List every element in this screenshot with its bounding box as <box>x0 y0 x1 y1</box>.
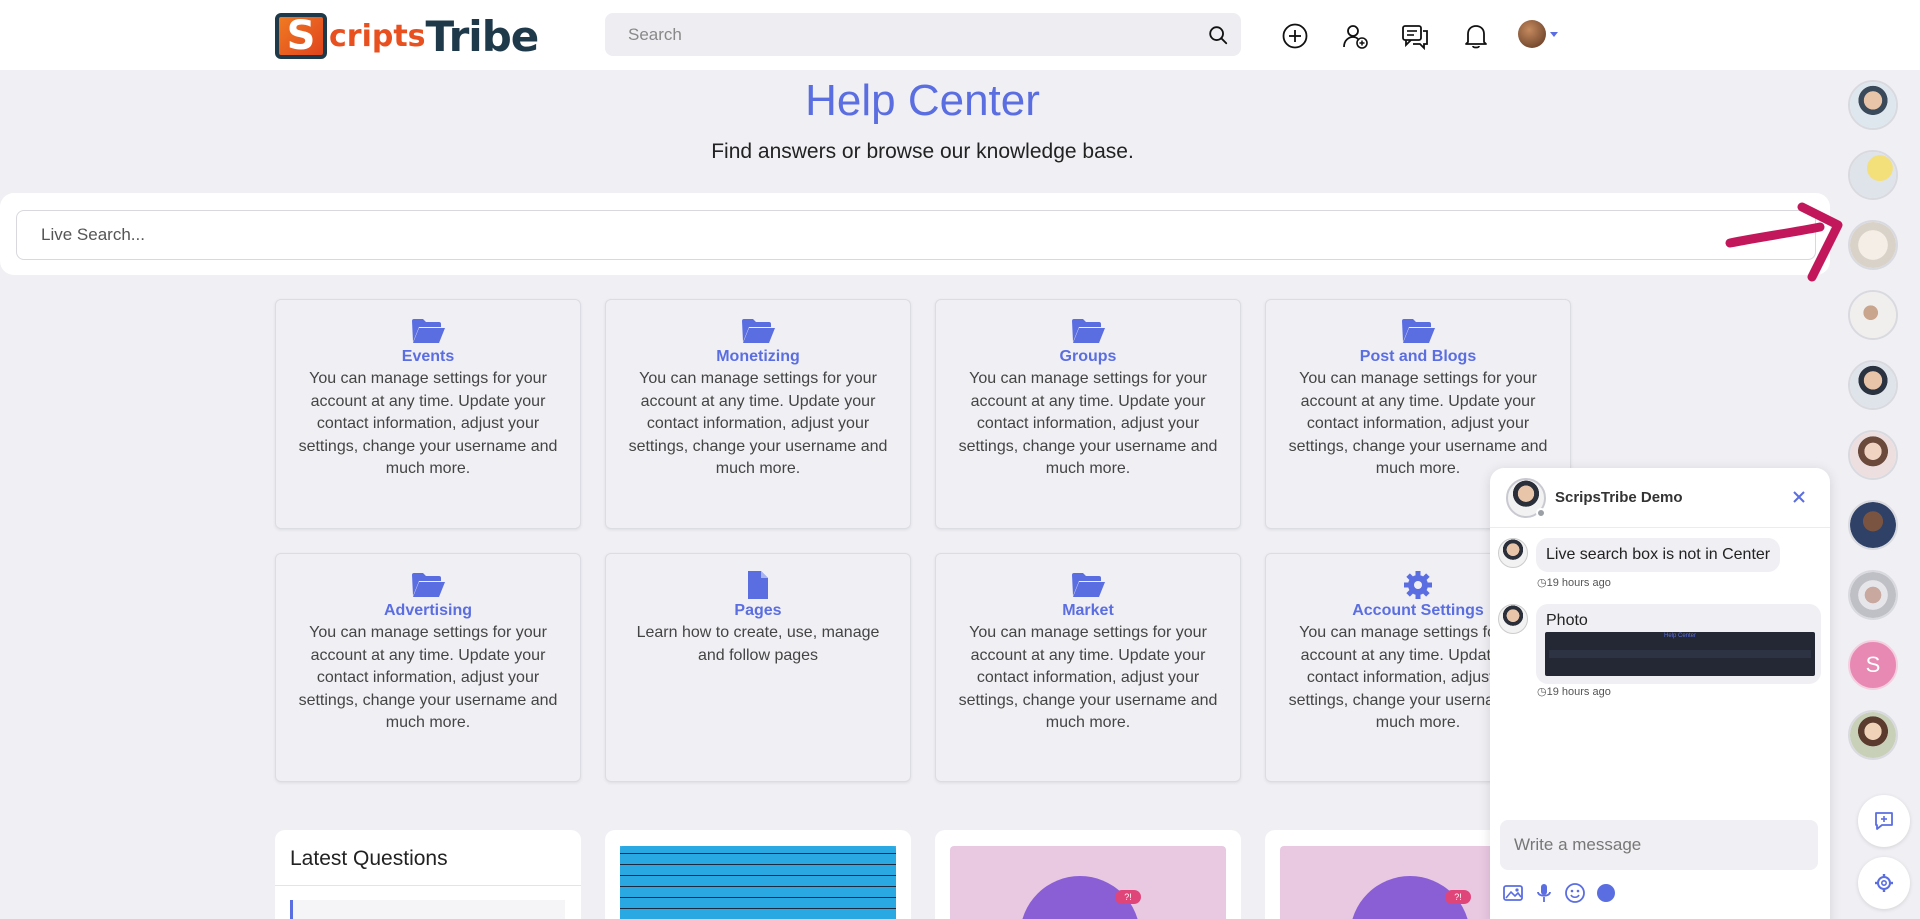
gear-icon <box>1404 571 1432 599</box>
category-title: Monetizing <box>716 348 800 365</box>
message-text: Photo <box>1546 612 1588 629</box>
search-input[interactable] <box>605 13 1165 56</box>
folder-open-icon <box>412 573 445 597</box>
contact-avatar[interactable] <box>1848 80 1898 130</box>
category-description: You can manage settings for your account… <box>628 370 888 477</box>
chat-contact-name[interactable]: ScripsTribe Demo <box>1555 489 1683 506</box>
logo-text-scripts: cripts <box>329 18 426 54</box>
photo-preview-title: Help Center <box>1663 633 1696 639</box>
search-icon[interactable] <box>1207 24 1229 46</box>
folder-open-icon <box>412 319 445 343</box>
category-title: Market <box>1062 602 1114 619</box>
avatar-letter: S <box>1865 652 1881 677</box>
message-timestamp: ◷19 hours ago <box>1537 686 1611 698</box>
divider <box>275 885 581 886</box>
contact-avatar[interactable] <box>1848 220 1898 270</box>
chat-header: ScripsTribe Demo <box>1490 468 1830 528</box>
article-card[interactable]: ?! <box>935 830 1241 919</box>
folder-open-icon <box>1072 319 1105 343</box>
contact-avatar[interactable] <box>1848 290 1898 340</box>
global-search <box>605 13 1241 56</box>
message-bubble: Live search box is not in Center <box>1536 538 1781 572</box>
category-description: You can manage settings for your account… <box>1288 370 1548 477</box>
logo-letter: S <box>286 13 316 59</box>
article-thumbnail <box>620 846 896 919</box>
category-card-pages[interactable]: Pages Learn how to create, use, manage a… <box>605 553 911 782</box>
message-input[interactable] <box>1500 820 1818 870</box>
add-user-icon[interactable] <box>1341 22 1369 50</box>
new-chat-button[interactable] <box>1858 795 1910 847</box>
category-card-advertising[interactable]: Advertising You can manage settings for … <box>275 553 581 782</box>
category-description: You can manage settings for your account… <box>958 370 1218 477</box>
live-search-input[interactable] <box>16 210 1816 260</box>
latest-questions-title: Latest Questions <box>290 847 448 870</box>
contact-avatar[interactable] <box>1848 710 1898 760</box>
article-card[interactable] <box>605 830 911 919</box>
page-subtitle: Find answers or browse our knowledge bas… <box>711 140 1134 163</box>
page-title: Help Center <box>805 76 1040 125</box>
category-title: Post and Blogs <box>1359 348 1477 365</box>
chat-window: ScripsTribe Demo Live search box is not … <box>1490 468 1830 919</box>
dot-icon[interactable] <box>1595 882 1617 904</box>
category-card-market[interactable]: Market You can manage settings for your … <box>935 553 1241 782</box>
timestamp-text: 19 hours ago <box>1546 686 1611 698</box>
messages-icon[interactable] <box>1401 22 1429 50</box>
category-description: Learn how to create, use, manage and fol… <box>636 624 880 664</box>
microphone-icon[interactable] <box>1533 882 1555 904</box>
category-card-monetizing[interactable]: Monetizing You can manage settings for y… <box>605 299 911 529</box>
article-thumbnail: ?! <box>950 846 1226 919</box>
contact-avatar[interactable] <box>1848 500 1898 550</box>
contact-avatar[interactable] <box>1848 150 1898 200</box>
folder-open-icon <box>1072 573 1105 597</box>
image-icon[interactable] <box>1502 882 1524 904</box>
photo-attachment[interactable]: Help Center <box>1545 632 1815 676</box>
user-avatar[interactable] <box>1518 20 1546 48</box>
folder-open-icon <box>742 319 775 343</box>
contact-avatar[interactable] <box>1848 360 1898 410</box>
category-card-groups[interactable]: Groups You can manage settings for your … <box>935 299 1241 529</box>
category-card-events[interactable]: Events You can manage settings for your … <box>275 299 581 529</box>
contact-avatar[interactable] <box>1848 570 1898 620</box>
file-icon <box>748 571 768 599</box>
logo-mark: S <box>275 13 327 59</box>
live-search-panel <box>0 193 1830 275</box>
settings-icon <box>1875 874 1893 892</box>
annotation-arrow-icon <box>1725 202 1843 282</box>
question-item[interactable] <box>290 900 565 919</box>
chevron-down-icon[interactable] <box>1550 32 1558 37</box>
close-icon[interactable] <box>1790 488 1808 506</box>
contact-avatar-letter[interactable]: S <box>1848 640 1898 690</box>
status-indicator <box>1536 508 1546 518</box>
contact-avatar[interactable] <box>1848 430 1898 480</box>
category-title: Events <box>401 348 455 365</box>
timestamp-text: 19 hours ago <box>1546 577 1611 589</box>
category-title: Advertising <box>383 602 472 619</box>
site-logo[interactable]: S cripts Tribe <box>275 11 540 61</box>
category-description: You can manage settings for your account… <box>298 624 558 731</box>
logo-text-tribe: Tribe <box>425 11 540 61</box>
bell-icon[interactable] <box>1462 22 1490 50</box>
photo-preview-bar <box>1549 650 1811 658</box>
category-title: Pages <box>734 602 782 619</box>
chat-settings-button[interactable] <box>1858 857 1910 909</box>
message-avatar <box>1498 604 1528 634</box>
category-description: You can manage settings for your account… <box>298 370 558 477</box>
new-chat-icon <box>1875 812 1893 830</box>
top-navbar: S cripts Tribe <box>0 0 1920 70</box>
message-avatar <box>1498 538 1528 568</box>
emoji-icon[interactable] <box>1564 882 1586 904</box>
add-circle-icon[interactable] <box>1281 22 1309 50</box>
folder-open-icon <box>1402 319 1435 343</box>
category-title: Groups <box>1059 348 1117 365</box>
latest-questions-panel: Latest Questions <box>275 830 581 919</box>
message-timestamp: ◷19 hours ago <box>1537 577 1611 589</box>
category-description: You can manage settings for your account… <box>958 624 1218 731</box>
